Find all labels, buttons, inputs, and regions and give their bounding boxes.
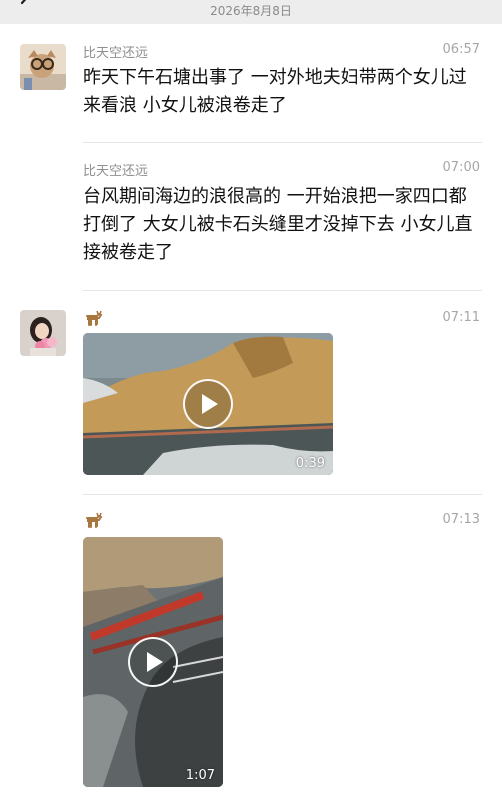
video-thumbnail[interactable]: 1:07 bbox=[83, 537, 223, 787]
avatar-user-1[interactable] bbox=[20, 44, 66, 90]
sender-name: 比天空还远 bbox=[83, 164, 149, 179]
video-duration: 1:07 bbox=[185, 768, 215, 783]
deer-icon bbox=[86, 310, 103, 326]
message-text: 昨天下午石塘出事了 一对外地夫妇带两个女儿过来看浪 小女儿被浪卷走了 bbox=[83, 67, 467, 116]
message-time: 07:13 bbox=[442, 512, 480, 527]
message-time: 07:00 bbox=[442, 160, 480, 175]
play-button-icon[interactable] bbox=[128, 637, 178, 687]
divider bbox=[83, 290, 482, 291]
divider bbox=[83, 494, 482, 495]
sender-name: 比天空还远 bbox=[83, 46, 149, 61]
video-thumbnail[interactable]: 0:39 bbox=[83, 333, 333, 475]
deer-icon bbox=[86, 512, 103, 528]
play-button-icon[interactable] bbox=[183, 379, 233, 429]
message-text: 台风期间海边的浪很高的 一开始浪把一家四口都打倒了 大女儿被卡石头缝里才没掉下去… bbox=[83, 186, 473, 263]
video-duration: 0:39 bbox=[295, 456, 325, 471]
top-bar: 2026年8月8日 bbox=[0, 0, 502, 24]
date-header: 2026年8月8日 bbox=[210, 4, 292, 18]
message-time: 06:57 bbox=[442, 42, 480, 57]
message-time: 07:11 bbox=[442, 310, 480, 325]
divider bbox=[83, 142, 482, 143]
avatar-user-2[interactable] bbox=[20, 310, 66, 356]
